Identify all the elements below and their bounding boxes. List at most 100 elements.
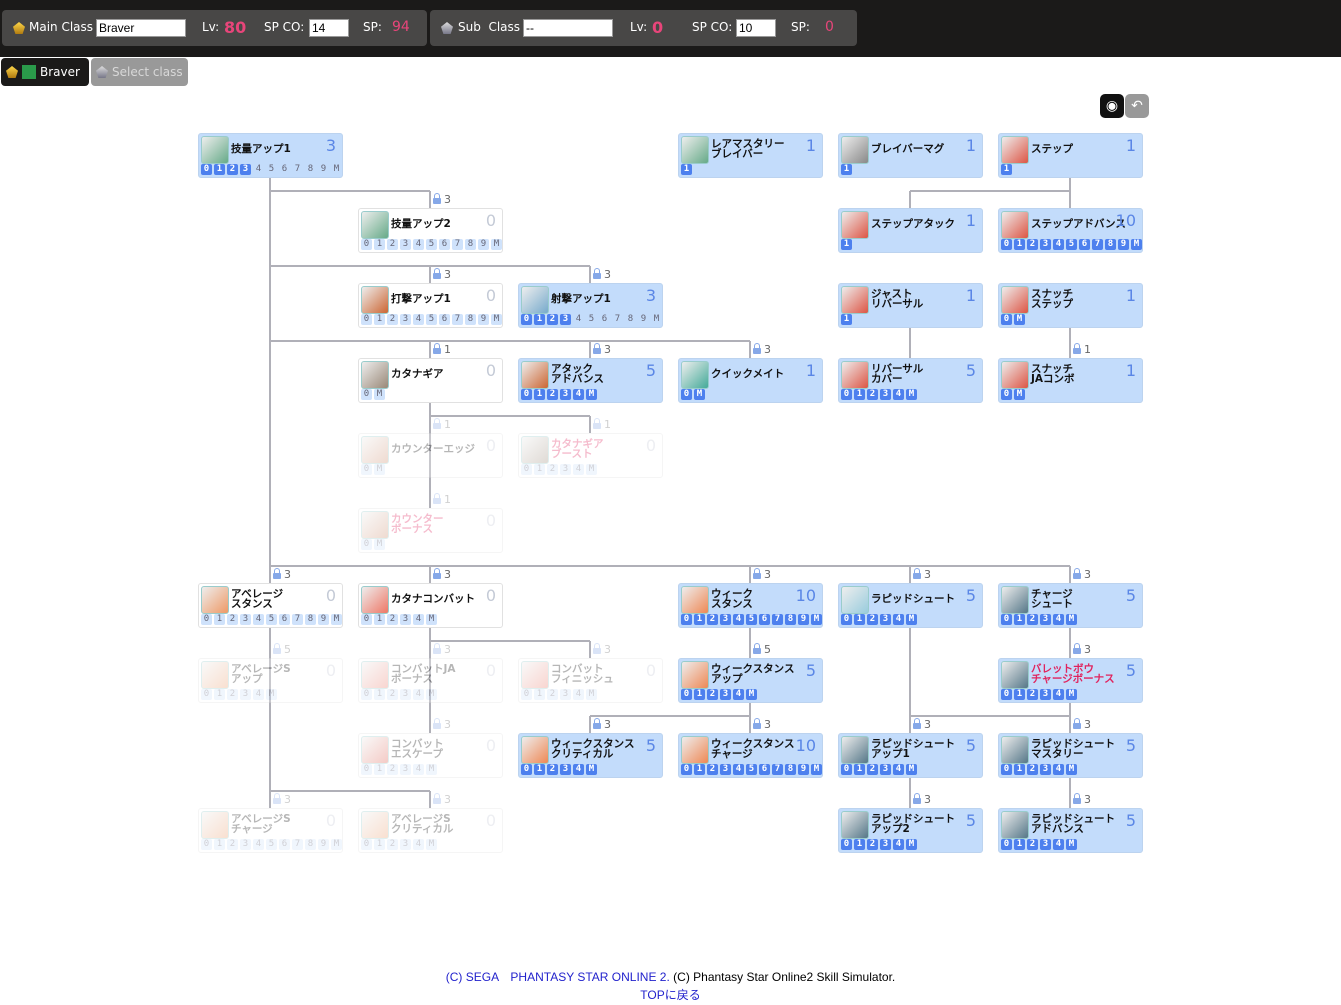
- skill-node[interactable]: スナッチ JAコンボ 1 0 M: [998, 358, 1143, 403]
- level-pip[interactable]: M: [906, 764, 917, 775]
- skill-node[interactable]: アタック アドバンス 5 0 1 2 3 4 M: [518, 358, 663, 403]
- level-pip[interactable]: 0: [841, 839, 852, 850]
- level-pip[interactable]: 3: [560, 389, 571, 400]
- level-pip[interactable]: 3: [400, 314, 411, 325]
- level-pip[interactable]: 1: [1014, 614, 1025, 625]
- level-pip[interactable]: 0: [681, 389, 692, 400]
- level-pip[interactable]: 0: [361, 539, 372, 550]
- skill-node[interactable]: ブレイバーマグ 1 1: [838, 133, 983, 178]
- level-pip[interactable]: 0: [681, 689, 692, 700]
- level-pip[interactable]: 4: [573, 314, 584, 325]
- level-pip[interactable]: M: [1014, 314, 1025, 325]
- level-pip[interactable]: 1: [534, 689, 545, 700]
- level-pip[interactable]: 2: [1027, 239, 1038, 250]
- level-pip[interactable]: M: [266, 689, 277, 700]
- level-pip[interactable]: 0: [201, 839, 212, 850]
- level-pip[interactable]: M: [1066, 839, 1077, 850]
- level-pip[interactable]: 3: [240, 689, 251, 700]
- level-pip[interactable]: M: [586, 764, 597, 775]
- level-pip[interactable]: 1: [374, 614, 385, 625]
- level-pip[interactable]: M: [1066, 689, 1077, 700]
- level-pip[interactable]: 3: [720, 614, 731, 625]
- level-pip[interactable]: 0: [201, 689, 212, 700]
- level-pip[interactable]: 4: [573, 689, 584, 700]
- level-pip[interactable]: 5: [266, 839, 277, 850]
- level-pip[interactable]: 4: [573, 764, 584, 775]
- level-pip[interactable]: 4: [893, 614, 904, 625]
- level-pip[interactable]: 1: [854, 614, 865, 625]
- level-pip[interactable]: 8: [785, 614, 796, 625]
- skill-node[interactable]: チャージ シュート 5 0 1 2 3 4 M: [998, 583, 1143, 628]
- level-pip[interactable]: 3: [1040, 839, 1051, 850]
- level-pip[interactable]: 0: [1001, 764, 1012, 775]
- level-pip[interactable]: 1: [1014, 239, 1025, 250]
- skill-node[interactable]: レアマスタリー ブレイバー 1 1: [678, 133, 823, 178]
- level-pip[interactable]: 4: [893, 839, 904, 850]
- level-pip[interactable]: 4: [413, 314, 424, 325]
- level-pip[interactable]: 4: [253, 839, 264, 850]
- level-pip[interactable]: 2: [387, 314, 398, 325]
- level-pip[interactable]: M: [586, 464, 597, 475]
- level-pip[interactable]: 5: [746, 614, 757, 625]
- level-pip[interactable]: 1: [534, 764, 545, 775]
- level-pip[interactable]: 5: [746, 764, 757, 775]
- level-pip[interactable]: 1: [694, 764, 705, 775]
- level-pip[interactable]: 0: [361, 614, 372, 625]
- level-pip[interactable]: 4: [733, 689, 744, 700]
- level-pip[interactable]: M: [1014, 389, 1025, 400]
- level-pip[interactable]: 1: [854, 839, 865, 850]
- level-pip[interactable]: 9: [478, 314, 489, 325]
- level-pip[interactable]: 0: [841, 764, 852, 775]
- level-pip[interactable]: 7: [612, 314, 623, 325]
- level-pip[interactable]: 6: [439, 239, 450, 250]
- level-pip[interactable]: 8: [305, 614, 316, 625]
- skill-node[interactable]: カタナコンバット 0 0 1 2 3 4 M: [358, 583, 503, 628]
- level-pip[interactable]: 1: [854, 764, 865, 775]
- level-pip[interactable]: 0: [521, 464, 532, 475]
- level-pip[interactable]: 1: [1001, 164, 1012, 175]
- level-pip[interactable]: 1: [374, 764, 385, 775]
- level-pip[interactable]: 6: [599, 314, 610, 325]
- level-pip[interactable]: 2: [547, 464, 558, 475]
- level-pip[interactable]: 9: [1118, 239, 1129, 250]
- level-pip[interactable]: 8: [465, 239, 476, 250]
- level-pip[interactable]: M: [374, 539, 385, 550]
- sega-link[interactable]: (C) SEGA PHANTASY STAR ONLINE 2.: [446, 970, 670, 984]
- level-pip[interactable]: 2: [227, 164, 238, 175]
- level-pip[interactable]: 3: [880, 389, 891, 400]
- level-pip[interactable]: 4: [1053, 764, 1064, 775]
- level-pip[interactable]: 2: [547, 689, 558, 700]
- level-pip[interactable]: M: [426, 614, 437, 625]
- skill-node[interactable]: ステップ 1 1: [998, 133, 1143, 178]
- level-pip[interactable]: 4: [413, 614, 424, 625]
- level-pip[interactable]: M: [426, 764, 437, 775]
- level-pip[interactable]: 3: [880, 614, 891, 625]
- level-pip[interactable]: 4: [253, 689, 264, 700]
- level-pip[interactable]: 0: [1001, 239, 1012, 250]
- level-pip[interactable]: 0: [521, 764, 532, 775]
- level-pip[interactable]: M: [491, 314, 502, 325]
- level-pip[interactable]: 6: [279, 164, 290, 175]
- level-pip[interactable]: 7: [292, 839, 303, 850]
- level-pip[interactable]: 5: [1066, 239, 1077, 250]
- level-pip[interactable]: 0: [681, 764, 692, 775]
- level-pip[interactable]: 3: [880, 839, 891, 850]
- level-pip[interactable]: 0: [361, 239, 372, 250]
- level-pip[interactable]: 1: [214, 689, 225, 700]
- skill-node[interactable]: ステップアドバンス 10 0 1 2 3 4 5 6 7 8 9 M: [998, 208, 1143, 253]
- skill-node[interactable]: アベレージS アップ 0 0 1 2 3 4 M: [198, 658, 343, 703]
- level-pip[interactable]: 5: [426, 239, 437, 250]
- level-pip[interactable]: 1: [841, 239, 852, 250]
- level-pip[interactable]: 0: [361, 839, 372, 850]
- level-pip[interactable]: 1: [1014, 689, 1025, 700]
- level-pip[interactable]: 9: [318, 839, 329, 850]
- level-pip[interactable]: 5: [586, 314, 597, 325]
- level-pip[interactable]: 0: [361, 314, 372, 325]
- level-pip[interactable]: 0: [521, 389, 532, 400]
- level-pip[interactable]: 2: [547, 764, 558, 775]
- level-pip[interactable]: 4: [733, 764, 744, 775]
- level-pip[interactable]: 6: [759, 764, 770, 775]
- level-pip[interactable]: M: [1066, 614, 1077, 625]
- level-pip[interactable]: 1: [214, 164, 225, 175]
- skill-node[interactable]: ウィークスタンス チャージ 10 0 1 2 3 4 5 6 7 8 9 M: [678, 733, 823, 778]
